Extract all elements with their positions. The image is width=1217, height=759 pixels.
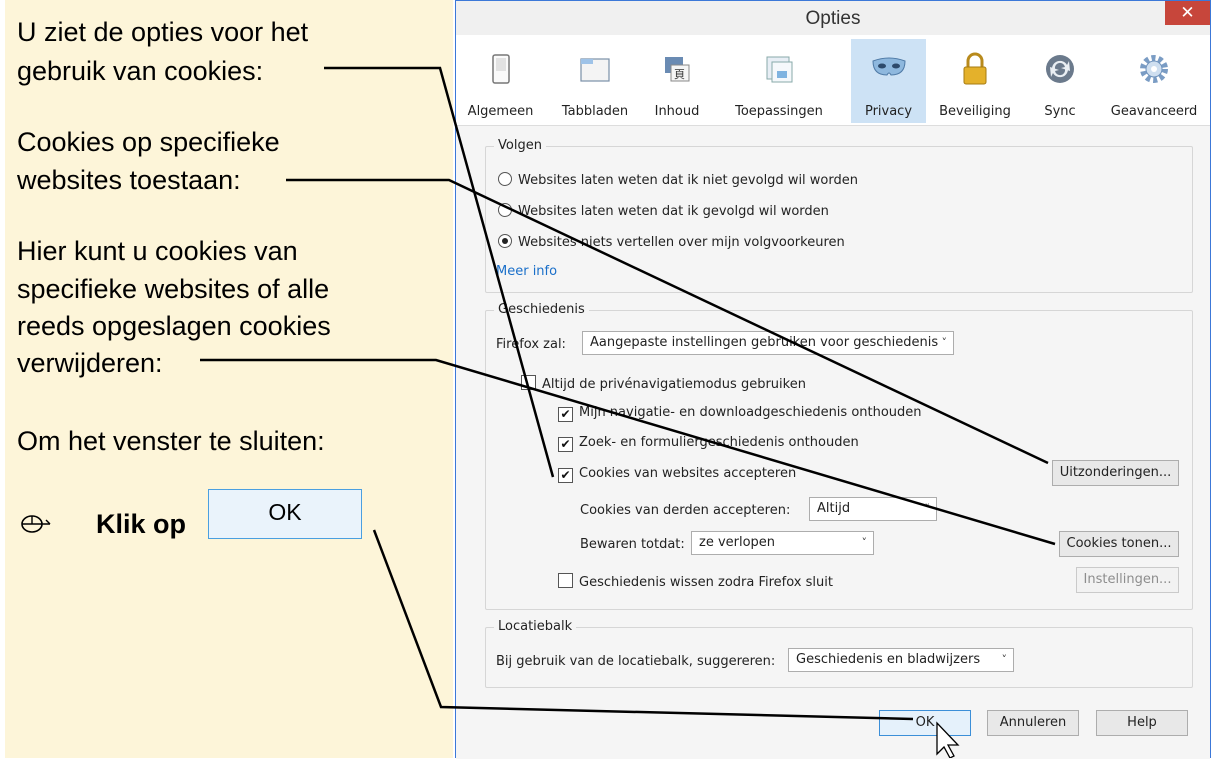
remember-history-checkbox[interactable]: ✔ Mijn navigatie- en downloadgeschiedenis…: [558, 405, 922, 422]
tab-privacy[interactable]: Privacy: [851, 39, 926, 123]
title-bar: Opties ✕: [456, 1, 1210, 35]
content-icon: 頁: [665, 57, 690, 82]
chevron-down-icon: ˅: [924, 502, 931, 515]
instruction-text: Cookies op specifieke: [17, 127, 280, 157]
preferences-toolbar: Algemeen Tabbladen 頁 Inhoud Toepassingen…: [456, 35, 1210, 126]
checkbox-checked-icon: ✔: [558, 437, 573, 452]
tracking-group: Volgen Websites laten weten dat ik niet …: [485, 138, 1193, 293]
remember-search-checkbox[interactable]: ✔ Zoek- en formuliergeschiedenis onthoude…: [558, 435, 859, 452]
exceptions-button[interactable]: Uitzonderingen...: [1052, 460, 1179, 486]
keep-until-select[interactable]: ze verlopen ˅: [691, 531, 874, 555]
clear-on-close-checkbox[interactable]: Geschiedenis wissen zodra Firefox sluit: [558, 573, 833, 590]
instruction-panel: U ziet de opties voor het gebruik van co…: [5, 0, 453, 758]
privacy-pane: Volgen Websites laten weten dat ik niet …: [456, 126, 1210, 759]
third-party-label: Cookies van derden accepteren:: [580, 503, 791, 518]
tab-label: Tabbladen: [561, 104, 629, 119]
lock-icon: [963, 52, 987, 85]
mouse-icon: [21, 515, 51, 533]
keep-until-label: Bewaren totdat:: [580, 537, 685, 552]
tab-sync[interactable]: Sync: [1030, 39, 1090, 123]
checkbox-label: Altijd de privénavigatiemodus gebruiken: [542, 377, 806, 392]
tab-label: Sync: [1044, 104, 1076, 119]
checkbox-label: Mijn navigatie- en downloadgeschiedenis …: [579, 405, 922, 420]
select-value: ze verlopen: [699, 535, 776, 550]
svg-text:頁: 頁: [674, 68, 685, 81]
sync-icon: [1046, 55, 1074, 83]
options-dialog: Opties ✕ Algemeen Tabbladen 頁 Inhoud Toe…: [455, 0, 1211, 759]
radio-do-track[interactable]: Websites laten weten dat ik gevolgd wil …: [498, 203, 829, 219]
group-legend: Volgen: [494, 138, 546, 153]
switch-icon: [491, 54, 510, 84]
tab-label: Inhoud: [654, 104, 700, 119]
cancel-button[interactable]: Annuleren: [987, 710, 1079, 736]
firefox-will-label: Firefox zal:: [496, 337, 566, 352]
radio-label: Websites laten weten dat ik gevolgd wil …: [518, 204, 829, 219]
radio-do-not-track[interactable]: Websites laten weten dat ik niet gevolgd…: [498, 172, 858, 188]
accept-cookies-checkbox[interactable]: ✔ Cookies van websites accepteren: [558, 466, 796, 483]
tab-toepassingen[interactable]: Toepassingen: [714, 39, 844, 123]
tab-label: Privacy: [864, 104, 913, 119]
instruction-text: reeds opgeslagen cookies: [17, 311, 331, 341]
locationbar-label: Bij gebruik van de locatiebalk, suggerer…: [496, 654, 776, 669]
applications-icon: [766, 56, 793, 83]
tab-label: Toepassingen: [735, 104, 823, 119]
instruction-text: Om het venster te sluiten:: [17, 426, 325, 456]
ok-button[interactable]: OK: [879, 710, 971, 736]
radio-no-preference[interactable]: Websites niets vertellen over mijn volgv…: [498, 234, 845, 250]
select-value: Altijd: [817, 501, 851, 516]
instruction-text: Hier kunt u cookies van: [17, 236, 298, 266]
radio-label: Websites niets vertellen over mijn volgv…: [518, 235, 845, 250]
more-info-link[interactable]: Meer info: [496, 264, 557, 279]
history-group: Geschiedenis Firefox zal: Aangepaste ins…: [485, 302, 1193, 610]
radio-icon: [498, 172, 512, 186]
chevron-down-icon: ˅: [1001, 653, 1008, 666]
tab-geavanceerd[interactable]: Geavanceerd: [1104, 39, 1204, 123]
checkbox-label: Cookies van websites accepteren: [579, 466, 797, 481]
checkbox-icon: [521, 375, 536, 390]
tab-label: Geavanceerd: [1110, 104, 1198, 119]
locationbar-group: Locatiebalk Bij gebruik van de locatieba…: [485, 619, 1193, 688]
checkbox-checked-icon: ✔: [558, 468, 573, 483]
mask-icon: [871, 57, 906, 76]
close-button[interactable]: ✕: [1165, 1, 1210, 25]
group-legend: Geschiedenis: [494, 302, 589, 317]
tab-tabbladen[interactable]: Tabbladen: [552, 39, 638, 123]
radio-icon: [498, 203, 512, 217]
help-button[interactable]: Help: [1096, 710, 1188, 736]
select-value: Aangepaste instellingen gebruiken voor g…: [590, 335, 939, 350]
ok-button-sample: OK: [208, 489, 362, 539]
history-mode-select[interactable]: Aangepaste instellingen gebruiken voor g…: [582, 331, 954, 355]
third-party-select[interactable]: Altijd ˅: [809, 497, 937, 521]
dialog-title: Opties: [805, 8, 861, 29]
tab-beveiliging[interactable]: Beveiliging: [930, 39, 1020, 123]
tab-algemeen[interactable]: Algemeen: [458, 39, 543, 123]
instruction-text: gebruik van cookies:: [17, 56, 264, 86]
locationbar-select[interactable]: Geschiedenis en bladwijzers ˅: [788, 648, 1014, 672]
radio-label: Websites laten weten dat ik niet gevolgd…: [518, 173, 858, 188]
instruction-click-text: Klik op: [96, 509, 187, 539]
private-mode-checkbox[interactable]: Altijd de privénavigatiemodus gebruiken: [521, 375, 806, 392]
checkbox-checked-icon: ✔: [558, 407, 573, 422]
instruction-text: U ziet de opties voor het: [17, 17, 309, 47]
tab-label: Algemeen: [467, 104, 534, 119]
instruction-text: specifieke websites of alle: [17, 274, 330, 304]
radio-icon-selected: [498, 234, 512, 248]
tabs-icon: [580, 58, 610, 82]
tab-inhoud[interactable]: 頁 Inhoud: [647, 39, 707, 123]
chevron-down-icon: ˅: [861, 536, 868, 549]
tab-label: Beveiliging: [939, 104, 1011, 119]
checkbox-label: Zoek- en formuliergeschiedenis onthouden: [579, 435, 859, 450]
instruction-text: websites toestaan:: [17, 165, 241, 195]
settings-button[interactable]: Instellingen...: [1076, 567, 1179, 593]
checkbox-icon: [558, 573, 573, 588]
select-value: Geschiedenis en bladwijzers: [796, 652, 981, 667]
show-cookies-button[interactable]: Cookies tonen...: [1059, 531, 1179, 557]
gear-icon: [1140, 55, 1168, 83]
group-legend: Locatiebalk: [494, 619, 577, 634]
checkbox-label: Geschiedenis wissen zodra Firefox sluit: [579, 575, 833, 590]
instruction-text: verwijderen:: [17, 348, 163, 378]
chevron-down-icon: ˅: [941, 336, 948, 349]
